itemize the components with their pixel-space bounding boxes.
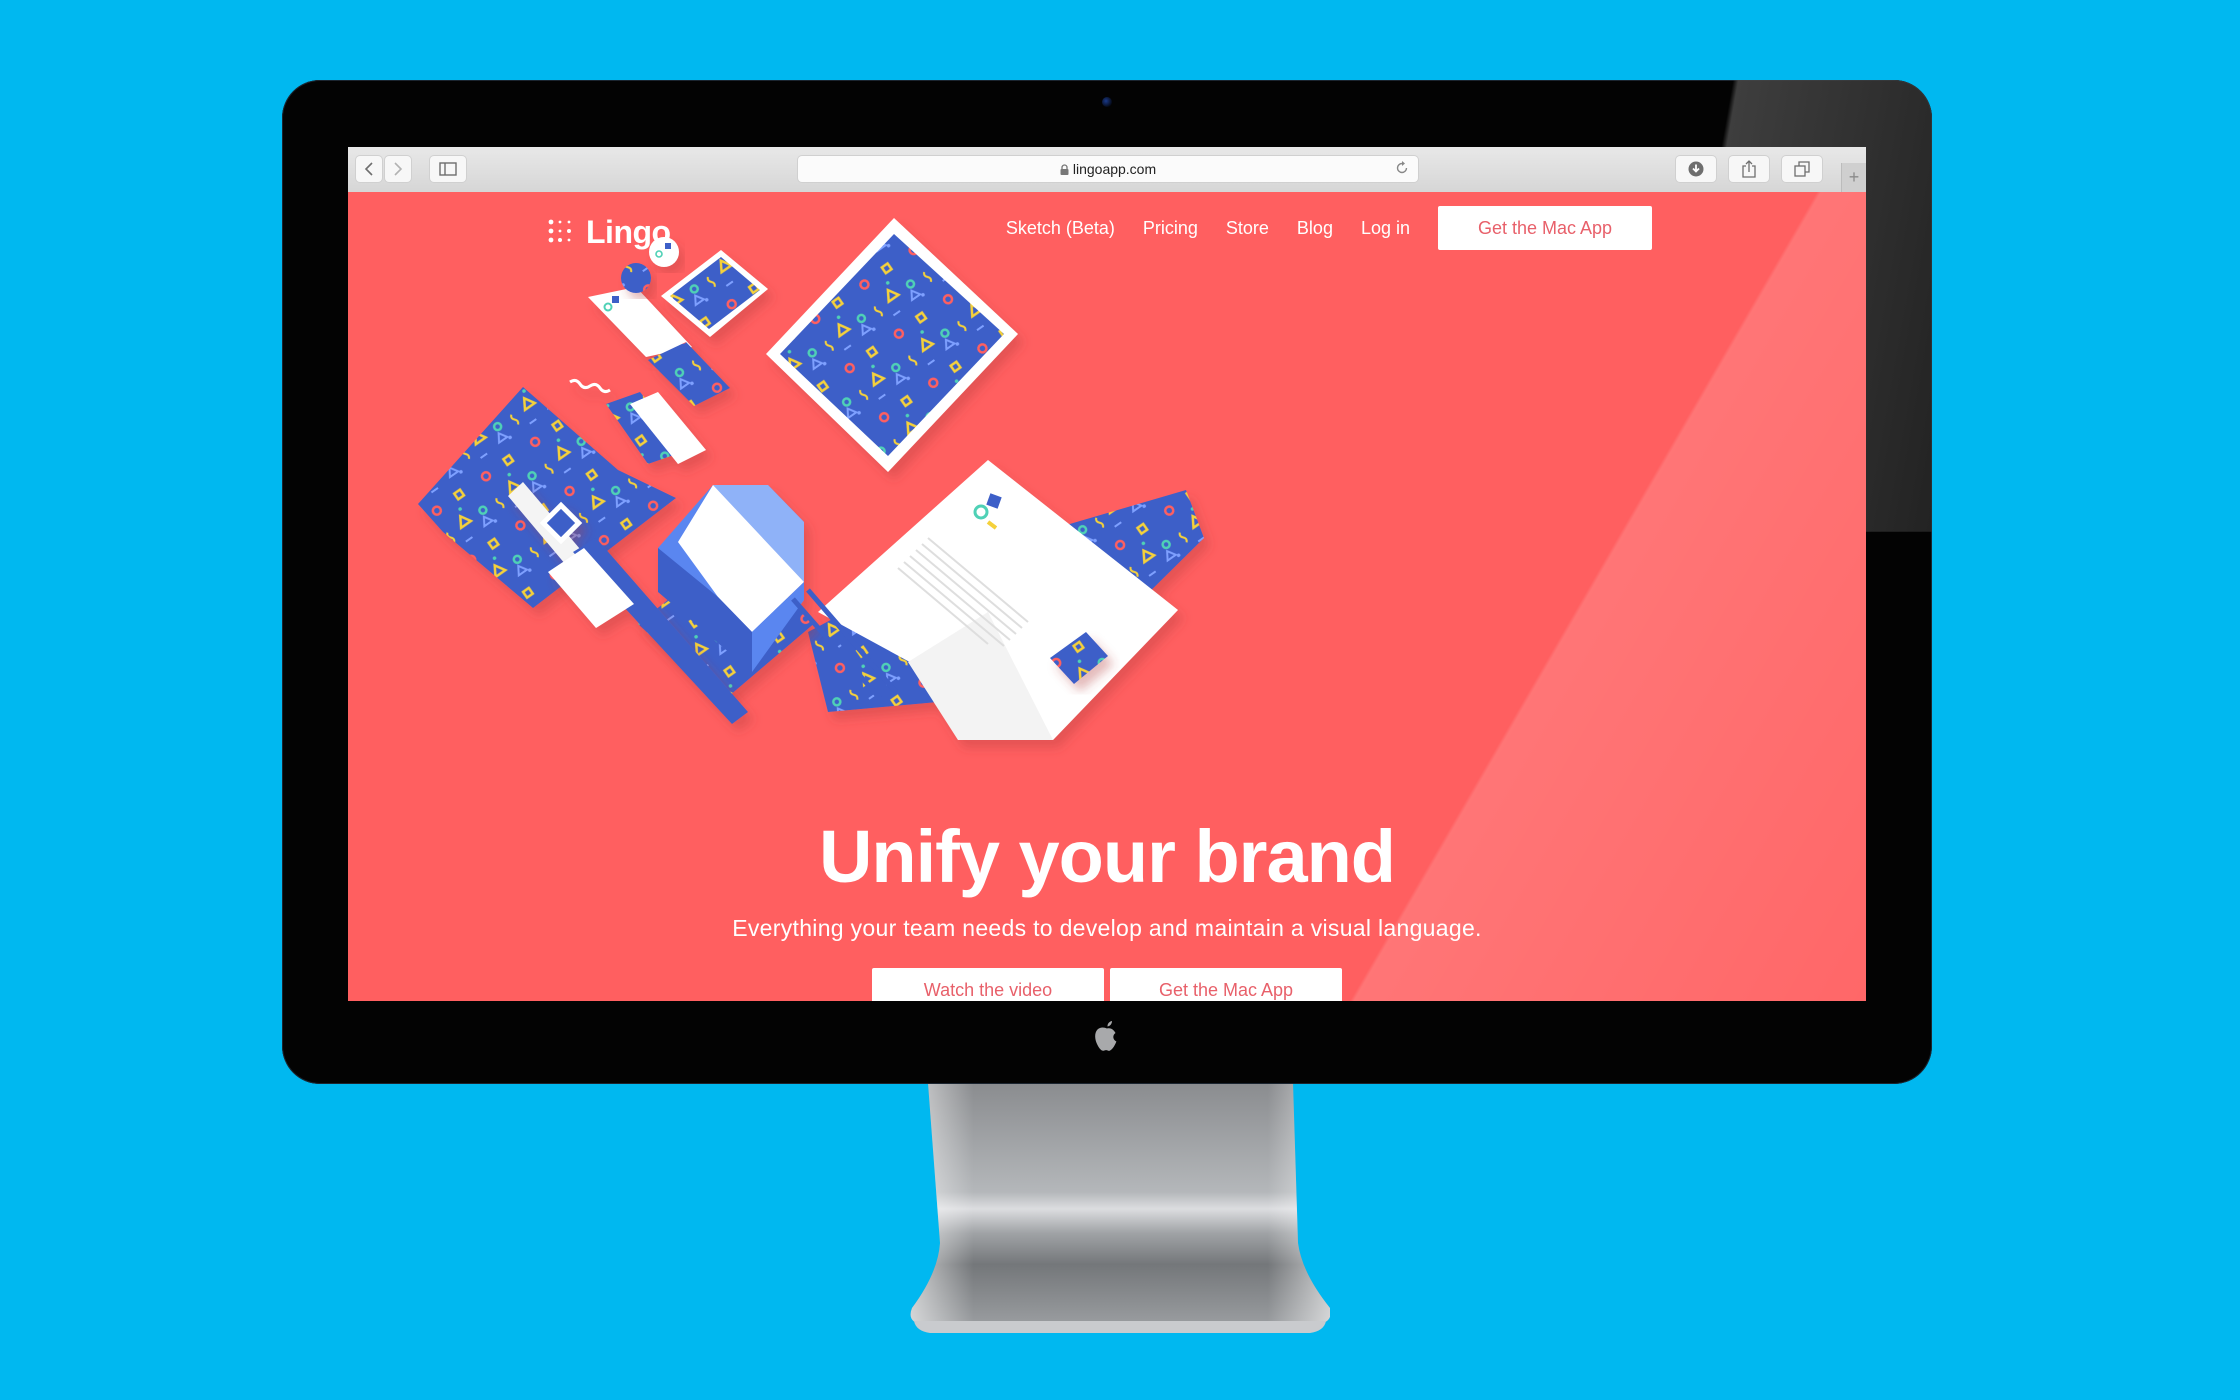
tabs-overview-button[interactable]	[1782, 156, 1822, 182]
share-button[interactable]	[1729, 156, 1769, 182]
plus-icon: +	[1848, 167, 1860, 187]
logo-text: Lingo	[586, 214, 671, 250]
webpage: Lingo Sketch (Beta) Pricing Store Blog L…	[348, 192, 1866, 1001]
nav-pricing[interactable]: Pricing	[1143, 218, 1198, 239]
apple-logo-icon	[1093, 1019, 1121, 1053]
chevron-right-icon	[393, 162, 403, 176]
phone	[661, 250, 768, 337]
get-mac-app-hero-button[interactable]: Get the Mac App	[1110, 968, 1342, 1001]
logo-dots-icon	[548, 219, 576, 247]
screen: lingoapp.com + Lingo Sketch (Beta) Prici…	[348, 147, 1866, 1001]
back-button[interactable]	[356, 156, 382, 182]
tablet	[766, 218, 1018, 472]
url-text: lingoapp.com	[1072, 161, 1157, 177]
hero-subtitle: Everything your team needs to develop an…	[732, 915, 1482, 941]
browser-toolbar: lingoapp.com +	[348, 147, 1866, 193]
camera-icon	[1102, 97, 1112, 107]
sidebar-icon	[439, 162, 457, 176]
new-tab-button[interactable]: +	[1841, 163, 1866, 193]
nav-blog[interactable]: Blog	[1297, 218, 1333, 239]
hero-title: Unify your brand	[818, 815, 1396, 898]
hero-actions: Watch the video Get the Mac App	[348, 968, 1866, 1001]
sidebar-toggle-button[interactable]	[430, 156, 466, 182]
watch-video-button[interactable]: Watch the video	[872, 968, 1104, 1001]
tabs-icon	[1794, 161, 1810, 177]
share-icon	[1742, 160, 1756, 178]
nav-store[interactable]: Store	[1226, 218, 1269, 239]
nav-sketch-beta[interactable]: Sketch (Beta)	[1006, 218, 1115, 239]
forward-button[interactable]	[385, 156, 411, 182]
address-bar[interactable]: lingoapp.com	[798, 156, 1418, 182]
lock-icon	[1060, 162, 1069, 178]
badge-blue	[621, 263, 651, 293]
monitor-stand	[910, 1083, 1330, 1343]
letterhead-envelope	[808, 460, 1204, 740]
chevron-left-icon	[364, 162, 374, 176]
main-nav: Sketch (Beta) Pricing Store Blog Log in …	[1006, 206, 1652, 250]
nav-log-in[interactable]: Log in	[1361, 218, 1410, 239]
get-mac-app-nav-button[interactable]: Get the Mac App	[1438, 206, 1652, 250]
downloads-button[interactable]	[1676, 156, 1716, 182]
reload-icon[interactable]	[1394, 160, 1410, 181]
envelope	[638, 485, 816, 702]
site-logo[interactable]: Lingo	[548, 214, 671, 251]
download-icon	[1688, 161, 1704, 177]
